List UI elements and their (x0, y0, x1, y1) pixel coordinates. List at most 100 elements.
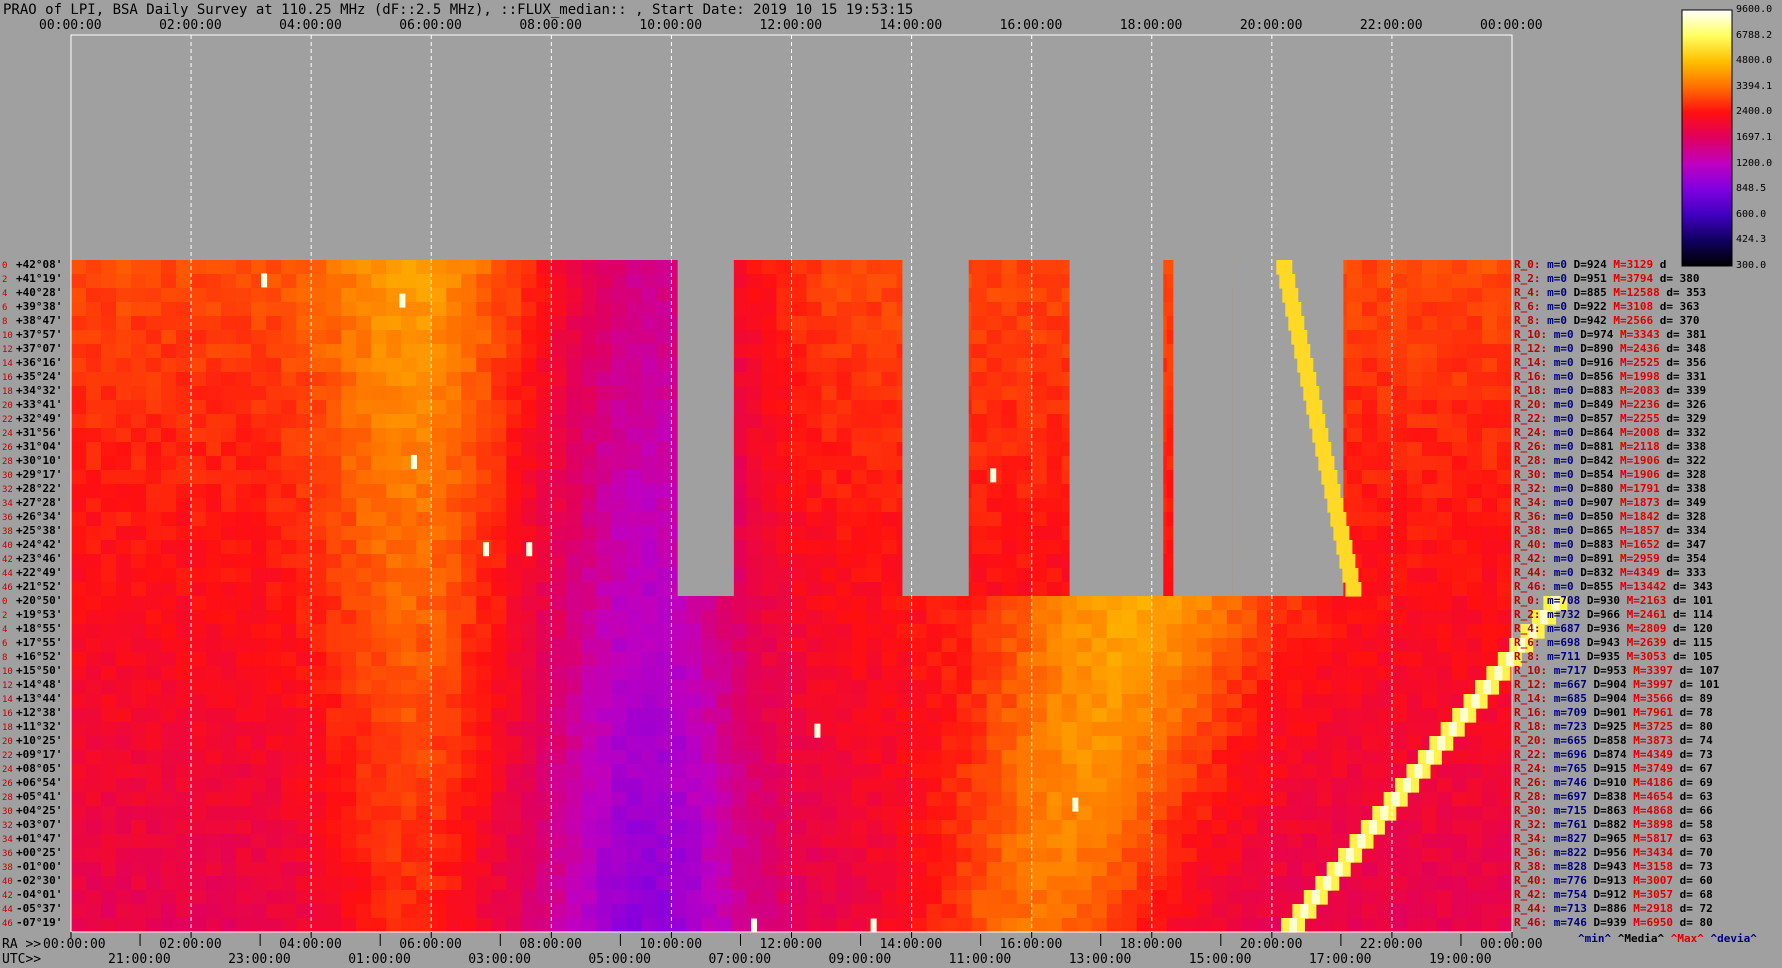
heatmap-cell (1421, 386, 1438, 401)
heatmap-cell (1241, 680, 1258, 695)
heatmap-cell (491, 484, 507, 499)
heatmap-cell (1361, 904, 1378, 919)
heatmap-cell (1481, 540, 1498, 555)
heatmap-cell (1016, 540, 1033, 555)
heatmap-cell (131, 596, 147, 611)
heatmap-cell (191, 680, 207, 695)
heatmap-cell (1496, 610, 1513, 625)
heatmap-cell (371, 554, 387, 569)
heatmap-cell (1031, 862, 1048, 877)
heatmap-cell (641, 274, 658, 289)
heatmap-cell (1001, 918, 1018, 933)
heatmap-cell (881, 722, 898, 737)
heatmap-cell (251, 708, 267, 723)
heatmap-cell (416, 764, 432, 779)
heatmap-cell (776, 638, 793, 653)
heatmap-cell (326, 918, 342, 933)
heatmap-cell (386, 750, 402, 765)
heatmap-cell (581, 344, 597, 359)
heatmap-cell (836, 568, 853, 583)
heatmap-cell (1376, 736, 1393, 751)
heatmap-cell (1256, 638, 1273, 653)
heatmap-cell (1091, 834, 1108, 849)
heatmap-cell (611, 708, 627, 723)
heatmap-cell (971, 358, 988, 373)
heatmap-cell (551, 498, 567, 513)
heatmap-cell (881, 820, 898, 835)
heatmap-cell (1211, 736, 1228, 751)
stat-field: m=0 (1540, 286, 1567, 299)
heatmap-cell (1376, 610, 1393, 625)
heatmap-cell (446, 526, 462, 541)
top-time-tick-label: 12:00:00 (759, 18, 823, 33)
heatmap-cell (1046, 848, 1063, 863)
heatmap-cell (686, 694, 703, 709)
heatmap-cell (656, 820, 673, 835)
heatmap-cell (686, 890, 703, 905)
heatmap-cell (851, 288, 868, 303)
heatmap-cell (86, 274, 102, 289)
heatmap-cell (746, 442, 763, 457)
heatmap-cell (476, 274, 492, 289)
heatmap-cell (101, 680, 117, 695)
heatmap-cell (1241, 876, 1258, 891)
heatmap-cell (296, 568, 312, 583)
heatmap-cell (431, 610, 447, 625)
heatmap-cell (626, 400, 642, 415)
heatmap-cell (1376, 344, 1393, 359)
heatmap-cell (1406, 470, 1423, 485)
heatmap-cell (1481, 722, 1498, 737)
heatmap-cell (1496, 708, 1513, 723)
heatmap-cell (1466, 652, 1483, 667)
radio-source-core (1414, 764, 1423, 779)
heatmap-cell (851, 680, 868, 695)
heatmap-cell (1061, 834, 1078, 849)
heatmap-cell (986, 624, 1003, 639)
row-statistics: R_34: m=0 D=907 M=1873 d= 349 (1514, 496, 1706, 509)
heatmap-cell (881, 582, 898, 597)
heatmap-cell (1496, 736, 1513, 751)
heatmap-cell (791, 540, 808, 555)
heatmap-cell (716, 904, 733, 919)
heatmap-cell (476, 904, 492, 919)
heatmap-cell (296, 540, 312, 555)
heatmap-cell (161, 540, 177, 555)
heatmap-cell (206, 456, 222, 471)
heatmap-cell (356, 792, 372, 807)
heatmap-cell (236, 624, 252, 639)
heatmap-cell (806, 862, 823, 877)
heatmap-cell (161, 596, 177, 611)
heatmap-cell (1046, 624, 1063, 639)
declination-label: +25°38' (16, 524, 63, 537)
heatmap-cell (1481, 498, 1498, 513)
declination-label: +04°25' (16, 804, 63, 817)
heatmap-cell (536, 918, 552, 933)
heatmap-cell (1151, 736, 1168, 751)
heatmap-cell (1181, 806, 1198, 821)
colorbar-tick-label: 848.5 (1736, 183, 1767, 195)
heatmap-cell (1151, 596, 1168, 611)
heatmap-cell (281, 820, 297, 835)
heatmap-cell (1301, 736, 1318, 751)
heatmap-cell (881, 442, 898, 457)
heatmap-cell (1496, 358, 1513, 373)
heatmap-cell (1451, 540, 1468, 555)
heatmap-cell (371, 624, 387, 639)
heatmap-cell (851, 736, 868, 751)
heatmap-cell (1001, 708, 1018, 723)
heatmap-cell (641, 904, 658, 919)
heatmap-cell (971, 288, 988, 303)
heatmap-cell (1001, 610, 1018, 625)
row-statistics: R_28: m=0 D=842 M=1906 d= 322 (1514, 454, 1706, 467)
heatmap-cell (761, 288, 778, 303)
heatmap-cell (266, 596, 282, 611)
heatmap-cell (1001, 386, 1018, 401)
heatmap-cell (266, 330, 282, 345)
stat-field: M=1791 (1613, 482, 1660, 495)
heatmap-cell (1496, 582, 1513, 597)
heatmap-cell (1346, 428, 1363, 443)
heatmap-cell (1256, 652, 1273, 667)
heatmap-cell (86, 680, 102, 695)
heatmap-cell (1316, 596, 1333, 611)
heatmap-cell (731, 876, 748, 891)
